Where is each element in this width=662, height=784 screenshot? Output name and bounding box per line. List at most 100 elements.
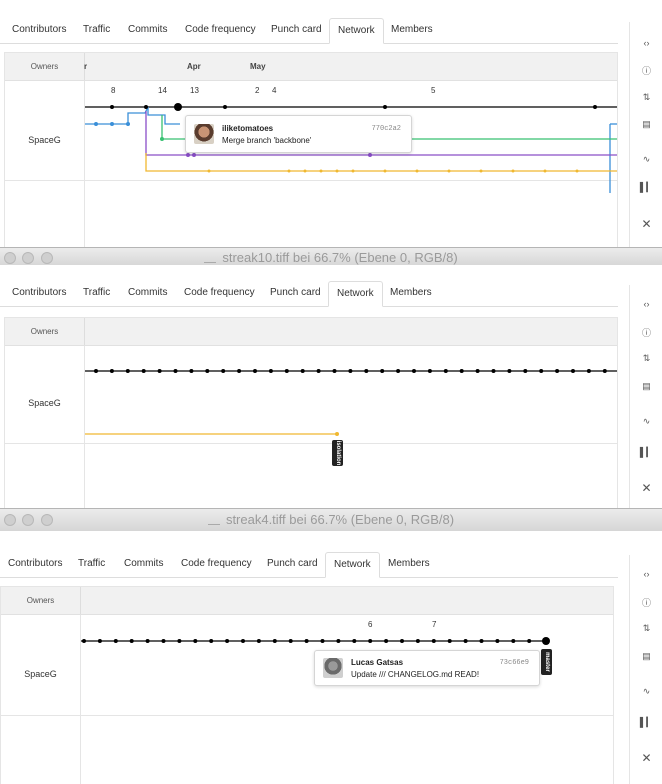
commit-dot[interactable] — [412, 369, 416, 373]
commit-dot[interactable] — [507, 369, 512, 373]
commit-dot[interactable] — [336, 639, 341, 643]
commit-dot[interactable] — [141, 369, 146, 373]
commit-dot[interactable] — [352, 639, 357, 643]
commit-dot[interactable] — [602, 369, 607, 373]
tab-members[interactable]: Members — [380, 552, 438, 576]
code-icon[interactable]: ‹› — [630, 569, 662, 579]
commit-dot[interactable] — [205, 369, 210, 373]
tab-traffic[interactable]: Traffic — [70, 552, 113, 576]
commit-dot[interactable] — [527, 639, 532, 643]
pulse-icon[interactable]: ∿ — [630, 416, 662, 427]
commit-dot[interactable] — [555, 369, 560, 373]
commit-dot[interactable] — [539, 369, 544, 373]
settings-icon[interactable]: ✕ — [630, 217, 662, 231]
graphs-icon[interactable]: ▌▎ — [630, 175, 662, 199]
window-titlebar[interactable]: streak10.tiff bei 66.7% (Ebene 0, RGB/8) — [0, 247, 662, 267]
tab-punch-card[interactable]: Punch card — [262, 281, 329, 305]
commit-dot[interactable] — [571, 369, 575, 373]
commit-dot[interactable] — [177, 639, 182, 643]
commit-dot[interactable] — [109, 369, 114, 373]
commit-dot[interactable] — [511, 639, 516, 643]
commit-dots[interactable] — [82, 639, 532, 643]
commit-dot[interactable] — [173, 369, 178, 373]
commit-dot[interactable] — [332, 369, 337, 373]
commit-dot[interactable] — [256, 639, 261, 643]
commit-dot[interactable] — [368, 639, 373, 643]
commit-dot[interactable] — [157, 369, 162, 373]
commit-dot[interactable] — [364, 369, 369, 373]
settings-icon[interactable]: ✕ — [630, 481, 662, 495]
commit-dot[interactable] — [348, 369, 353, 373]
tab-code-frequency[interactable]: Code frequency — [177, 18, 264, 42]
commit-dot[interactable] — [495, 639, 500, 643]
commit-dot[interactable] — [241, 639, 245, 643]
commit-graph[interactable] — [5, 318, 617, 508]
wiki-icon[interactable]: ▤ — [630, 119, 662, 130]
commit-dot[interactable] — [94, 369, 98, 373]
code-icon[interactable]: ‹› — [630, 299, 662, 309]
commit-dot[interactable] — [463, 639, 468, 643]
tab-code-frequency[interactable]: Code frequency — [173, 552, 260, 576]
commit-dot[interactable] — [523, 369, 528, 373]
network-graph[interactable]: Owners SpaceG 6 7 master Lucas Gatsas Up… — [0, 586, 614, 784]
commit-dot[interactable] — [475, 369, 480, 373]
commit-dot[interactable] — [443, 369, 448, 373]
commit-dot[interactable] — [82, 639, 86, 643]
tab-punch-card[interactable]: Punch card — [263, 18, 330, 42]
tab-network[interactable]: Network — [329, 18, 384, 44]
commit-dot[interactable] — [237, 369, 242, 373]
commit-dot[interactable] — [316, 369, 321, 373]
commit-dot[interactable] — [189, 369, 194, 373]
tab-members[interactable]: Members — [383, 18, 441, 42]
commit-sha[interactable]: 770c2a2 — [372, 125, 401, 133]
commit-dot[interactable] — [396, 369, 401, 373]
graphs-icon[interactable]: ▌▎ — [630, 440, 662, 464]
commit-dot[interactable] — [586, 369, 591, 373]
commit-dot[interactable] — [221, 369, 226, 373]
tab-traffic[interactable]: Traffic — [75, 281, 118, 305]
branch-tag-master[interactable]: master — [541, 649, 552, 675]
tab-network[interactable]: Network — [325, 552, 380, 578]
commit-dot[interactable] — [272, 639, 277, 643]
commit-dot[interactable] — [161, 639, 166, 643]
commit-dot[interactable] — [113, 639, 118, 643]
commit-dot[interactable] — [253, 369, 257, 373]
code-icon[interactable]: ‹› — [630, 38, 662, 48]
pulse-icon[interactable]: ∿ — [630, 154, 662, 165]
commit-dot[interactable] — [479, 639, 484, 643]
commit-dot[interactable] — [288, 639, 293, 643]
tab-code-frequency[interactable]: Code frequency — [176, 281, 263, 305]
commit-dot[interactable] — [427, 369, 432, 373]
tab-traffic[interactable]: Traffic — [75, 18, 118, 42]
commit-dot[interactable] — [284, 369, 289, 373]
commit-dot[interactable] — [129, 639, 134, 643]
commit-dot[interactable] — [97, 639, 102, 643]
commit-dot[interactable] — [300, 369, 305, 373]
settings-icon[interactable]: ✕ — [630, 751, 662, 765]
commit-dot[interactable] — [431, 639, 436, 643]
pulse-icon[interactable]: ∿ — [630, 686, 662, 697]
commit-sha[interactable]: 73c66e9 — [500, 659, 529, 667]
tab-contributors[interactable]: Contributors — [4, 281, 74, 305]
commit-dot[interactable] — [225, 639, 230, 643]
commit-dot[interactable] — [193, 639, 198, 643]
commit-dot[interactable] — [491, 369, 496, 373]
tab-contributors[interactable]: Contributors — [4, 18, 74, 42]
window-titlebar[interactable]: streak4.tiff bei 66.7% (Ebene 0, RGB/8) — [0, 508, 662, 532]
commit-dot[interactable] — [459, 369, 464, 373]
commit-dot[interactable] — [384, 639, 389, 643]
branch-tag-isolation[interactable]: isolation — [332, 440, 343, 466]
commit-dot[interactable] — [145, 639, 150, 643]
commit-dot[interactable] — [400, 639, 404, 643]
graphs-icon[interactable]: ▌▎ — [630, 710, 662, 734]
commit-dot[interactable] — [209, 639, 214, 643]
issue-icon[interactable]: ⓘ — [630, 326, 662, 339]
pull-request-icon[interactable]: ⇅ — [630, 92, 662, 103]
tab-members[interactable]: Members — [382, 281, 440, 305]
commit-dot[interactable] — [415, 639, 420, 643]
wiki-icon[interactable]: ▤ — [630, 381, 662, 392]
wiki-icon[interactable]: ▤ — [630, 651, 662, 662]
commit-dot[interactable] — [320, 639, 325, 643]
commit-dot[interactable] — [380, 369, 385, 373]
tab-punch-card[interactable]: Punch card — [259, 552, 326, 576]
